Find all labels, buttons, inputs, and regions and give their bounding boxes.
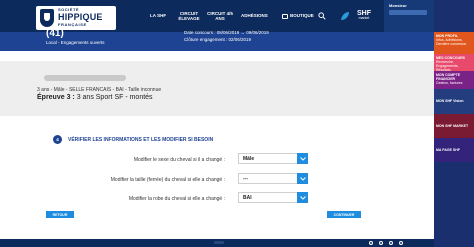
- nav-boutique[interactable]: BOUTIQUE: [282, 0, 314, 32]
- chevron-down-icon[interactable]: [297, 153, 308, 164]
- logo-line-2: HIPPIQUE: [58, 12, 103, 22]
- sidebar-item-shf-market[interactable]: MON SHF MARKET: [434, 114, 474, 138]
- event-dates: Date concours : 08/06/2019 → 09/06/2019 …: [184, 30, 269, 43]
- chevron-down-icon[interactable]: [297, 192, 308, 203]
- nav-boutique-label: BOUTIQUE: [290, 13, 314, 19]
- nav-circuit-4-5-ans[interactable]: CIRCUIT 4/5 ANS: [207, 0, 233, 32]
- sexe-select[interactable]: Mâle: [238, 153, 308, 164]
- chevron-down-icon[interactable]: [297, 173, 308, 184]
- social-icon[interactable]: [389, 241, 393, 245]
- account-label: Monsieur: [389, 3, 407, 8]
- shf-market-link[interactable]: SHF market: [357, 10, 371, 21]
- sidebar-item-ma-page[interactable]: MA PAGE SHF: [434, 138, 474, 162]
- nav-la-shf[interactable]: LA SHF: [150, 0, 166, 32]
- logo-line-3: FRANÇAISE: [58, 22, 87, 27]
- robe-select[interactable]: BAI: [238, 192, 308, 203]
- robe-select-value: BAI: [243, 195, 252, 201]
- nav-adhesions[interactable]: ADHÉSIONS: [241, 0, 268, 32]
- nav-adhesions-label: ADHÉSIONS: [241, 13, 268, 19]
- sidebar-item-title: MON SHF Vision: [436, 99, 464, 104]
- right-sidebar: MON PROFIL Infos, Adhésions, Dernière co…: [434, 0, 474, 247]
- footer-logo-icon: [214, 241, 224, 244]
- taille-label: Modifier la taille (ferrée) du cheval si…: [110, 177, 225, 183]
- search-button[interactable]: [318, 0, 326, 32]
- account-name-redacted: [389, 10, 427, 15]
- event-closing-date: Clôture engagement : 02/06/2019: [184, 36, 252, 42]
- page: SOCIÉTÉ HIPPIQUE FRANÇAISE LA SHF CIRCUI…: [0, 0, 474, 247]
- footer: [0, 239, 434, 247]
- horse-name-redacted: [44, 75, 126, 81]
- sexe-label: Modifier le sexe du cheval si il a chang…: [133, 157, 225, 163]
- leaf-logo-icon: [341, 12, 349, 20]
- sidebar-item-title: MA PAGE SHF: [436, 147, 460, 152]
- step-title: VÉRIFIER LES INFORMATIONS ET LES MODIFIE…: [68, 137, 214, 143]
- top-header: SOCIÉTÉ HIPPIQUE FRANÇAISE LA SHF CIRCUI…: [0, 0, 434, 32]
- nav-circuit-elevage[interactable]: CIRCUIT ÉLEVAGE: [177, 0, 201, 32]
- step-number-badge: 4: [53, 135, 62, 144]
- sidebar-item-sub: Recherche, Engagements, Résultats: [436, 60, 459, 71]
- shopping-bag-icon: [282, 13, 288, 19]
- sidebar-item-sub: Infos, Adhésions, Dernière connexion: [436, 38, 467, 47]
- account-panel[interactable]: Monsieur: [384, 0, 434, 32]
- event-status: Local - Engagements ouverts: [46, 40, 105, 45]
- logo-text: SOCIÉTÉ HIPPIQUE FRANÇAISE: [58, 8, 103, 27]
- sidebar-item-title: MON SHF MARKET: [436, 123, 469, 128]
- shf-logo[interactable]: SOCIÉTÉ HIPPIQUE FRANÇAISE: [36, 6, 116, 30]
- back-button[interactable]: RETOUR: [46, 211, 74, 218]
- search-icon: [318, 12, 326, 20]
- nav-circuit-elevage-label: CIRCUIT ÉLEVAGE: [178, 10, 200, 21]
- social-icon[interactable]: [399, 241, 403, 245]
- shf-vision-link[interactable]: [340, 0, 350, 32]
- robe-label: Modifier la robe du cheval si elle a cha…: [128, 196, 225, 202]
- sidebar-item-mes-concours[interactable]: MES CONCOURS Recherche, Engagements, Rés…: [434, 54, 474, 71]
- nav-la-shf-label: LA SHF: [150, 13, 167, 19]
- continue-button[interactable]: CONTINUER: [327, 211, 361, 218]
- horse-description: 3 ans - Mâle - SELLE FRANCAIS - BAI - Ta…: [37, 87, 162, 93]
- taille-select-value: ---: [243, 176, 248, 182]
- logo-emblem-icon: [40, 9, 54, 27]
- event-count: (41): [46, 28, 64, 39]
- taille-select[interactable]: ---: [238, 173, 308, 184]
- social-icon[interactable]: [369, 241, 373, 245]
- epreuve-label: Épreuve 3 :: [37, 94, 75, 101]
- shf-market-small: market: [358, 16, 370, 20]
- social-icon[interactable]: [379, 241, 383, 245]
- sidebar-item-sub: Gestion, factures: [436, 81, 463, 86]
- nav-circuit-4-5-ans-label: CIRCUIT 4/5 ANS: [207, 10, 233, 21]
- sexe-select-value: Mâle: [243, 156, 255, 162]
- sidebar-item-mon-profil[interactable]: MON PROFIL Infos, Adhésions, Dernière co…: [434, 32, 474, 54]
- sidebar-item-title: MON COMPTE FINANCIER: [436, 73, 461, 82]
- sidebar-item-compte-financier[interactable]: MON COMPTE FINANCIER Gestion, factures: [434, 71, 474, 89]
- sidebar-item-shf-vision[interactable]: MON SHF Vision: [434, 89, 474, 114]
- event-date-range: Date concours : 08/06/2019 → 09/06/2019: [184, 30, 269, 35]
- epreuve-value: 3 ans Sport SF - montés: [74, 94, 153, 101]
- epreuve-line: Épreuve 3 : 3 ans Sport SF - montés: [37, 94, 153, 101]
